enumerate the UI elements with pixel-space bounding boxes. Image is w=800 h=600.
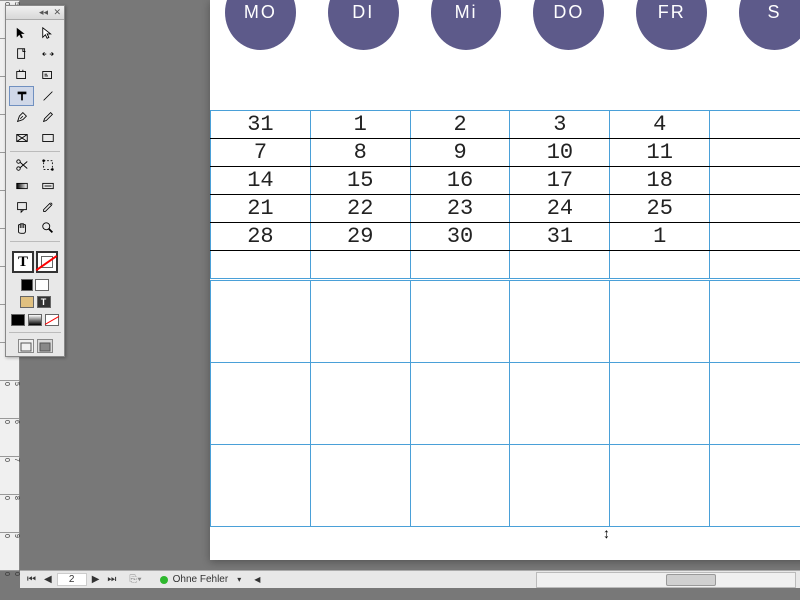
- next-page-icon[interactable]: ▶: [89, 574, 103, 585]
- last-page-icon[interactable]: ⏭: [104, 574, 119, 585]
- note-tool[interactable]: [9, 197, 34, 217]
- pen-tool[interactable]: [9, 107, 34, 127]
- calendar-cell[interactable]: [710, 139, 800, 167]
- close-icon[interactable]: ✕: [53, 7, 61, 18]
- gap-tool[interactable]: [36, 44, 61, 64]
- calendar-cell[interactable]: 31: [510, 223, 610, 251]
- content-collector-tool[interactable]: [9, 65, 34, 85]
- preflight-label: Ohne Fehler: [173, 574, 229, 585]
- preflight-status[interactable]: Ohne Fehler ▾ ◀: [148, 574, 261, 585]
- view-mode-normal[interactable]: [18, 339, 34, 353]
- day-circle: DO: [533, 0, 604, 50]
- calendar-large-grid[interactable]: [210, 280, 800, 527]
- default-fill-stroke[interactable]: [21, 279, 33, 291]
- apply-color[interactable]: [11, 314, 25, 326]
- calendar-cell[interactable]: 28: [211, 223, 311, 251]
- day-circle: DI: [328, 0, 399, 50]
- stroke-swatch[interactable]: [36, 251, 58, 273]
- calendar-cell[interactable]: [610, 251, 710, 279]
- eyedropper-tool[interactable]: [36, 197, 61, 217]
- prev-page-icon[interactable]: ◀: [41, 574, 55, 585]
- calendar-cell[interactable]: 9: [410, 139, 510, 167]
- calendar-cell[interactable]: 16: [410, 167, 510, 195]
- calendar-cell[interactable]: 31: [211, 111, 311, 139]
- scissors-tool[interactable]: [9, 155, 34, 175]
- scrollbar-thumb[interactable]: [666, 574, 716, 586]
- calendar-cell[interactable]: [710, 251, 800, 279]
- swap-fill-stroke[interactable]: [35, 279, 49, 291]
- content-placer-tool[interactable]: [36, 65, 61, 85]
- tools-panel[interactable]: ◂◂ ✕ T T: [5, 5, 65, 357]
- calendar-cell[interactable]: 21: [211, 195, 311, 223]
- calendar-cell[interactable]: [710, 111, 800, 139]
- day-circle: Mi: [431, 0, 502, 50]
- pencil-tool[interactable]: [36, 107, 61, 127]
- day-circle: S: [739, 0, 800, 50]
- page-number-field[interactable]: 2: [57, 573, 87, 586]
- calendar-cell[interactable]: 22: [310, 195, 410, 223]
- calendar-cell[interactable]: 2: [410, 111, 510, 139]
- view-mode-preview[interactable]: [37, 339, 53, 353]
- chevron-left-icon[interactable]: ◀: [246, 575, 260, 584]
- type-tool[interactable]: [9, 86, 34, 106]
- calendar-cell[interactable]: 17: [510, 167, 610, 195]
- zoom-tool[interactable]: [36, 218, 61, 238]
- calendar-cell[interactable]: 1: [610, 223, 710, 251]
- calendar-cell[interactable]: 1: [310, 111, 410, 139]
- calendar-cell[interactable]: 4: [610, 111, 710, 139]
- calendar-cell[interactable]: 8: [310, 139, 410, 167]
- rectangle-tool[interactable]: [36, 128, 61, 148]
- calendar-cell[interactable]: [510, 251, 610, 279]
- document-page[interactable]: MODIMiDOFRS 3112347891011141516171821222…: [210, 0, 800, 560]
- preflight-ok-icon: [160, 576, 168, 584]
- rectangle-frame-tool[interactable]: [9, 128, 34, 148]
- gradient-swatch-tool[interactable]: [9, 176, 34, 196]
- calendar-cell[interactable]: [710, 167, 800, 195]
- page-tool[interactable]: [9, 44, 34, 64]
- apply-gradient[interactable]: [28, 314, 42, 326]
- horizontal-scrollbar[interactable]: [536, 572, 796, 588]
- calendar-cell[interactable]: 15: [310, 167, 410, 195]
- calendar-number-grid[interactable]: 3112347891011141516171821222324252829303…: [210, 110, 800, 279]
- calendar-cell[interactable]: 14: [211, 167, 311, 195]
- calendar-cell[interactable]: [710, 195, 800, 223]
- calendar-cell[interactable]: 3: [510, 111, 610, 139]
- day-circle: MO: [225, 0, 296, 50]
- calendar-cell[interactable]: 7: [211, 139, 311, 167]
- dropdown-icon[interactable]: ▾: [233, 575, 241, 584]
- calendar-cell[interactable]: 23: [410, 195, 510, 223]
- first-page-icon[interactable]: ⏮: [24, 574, 39, 585]
- open-panel-icon[interactable]: ⎘▾: [123, 574, 147, 585]
- selection-tool[interactable]: [9, 23, 34, 43]
- calendar-cell[interactable]: [410, 251, 510, 279]
- day-circle: FR: [636, 0, 707, 50]
- calendar-cell[interactable]: 30: [410, 223, 510, 251]
- free-transform-tool[interactable]: [36, 155, 61, 175]
- tools-panel-header[interactable]: ◂◂ ✕: [6, 6, 64, 20]
- apply-none[interactable]: [45, 314, 59, 326]
- calendar-cell[interactable]: [310, 251, 410, 279]
- hand-tool[interactable]: [9, 218, 34, 238]
- calendar-cell[interactable]: 11: [610, 139, 710, 167]
- page-navigator[interactable]: ⏮ ◀ 2 ▶ ⏭: [20, 573, 123, 586]
- fill-swatch[interactable]: T: [12, 251, 34, 273]
- calendar-cell[interactable]: 18: [610, 167, 710, 195]
- formatting-container[interactable]: [20, 296, 34, 308]
- calendar-cell[interactable]: 10: [510, 139, 610, 167]
- direct-selection-tool[interactable]: [36, 23, 61, 43]
- gradient-feather-tool[interactable]: [36, 176, 61, 196]
- workspace: MODIMiDOFRS 3112347891011141516171821222…: [20, 0, 800, 570]
- calendar-cell[interactable]: [710, 223, 800, 251]
- line-tool[interactable]: [36, 86, 61, 106]
- calendar-cell[interactable]: 29: [310, 223, 410, 251]
- collapse-icon[interactable]: ◂◂: [39, 7, 48, 18]
- calendar-cell[interactable]: 24: [510, 195, 610, 223]
- formatting-text[interactable]: T: [37, 296, 51, 308]
- day-header-row: MO DI Mi DO FR S: [210, 0, 800, 60]
- calendar-cell[interactable]: 25: [610, 195, 710, 223]
- calendar-cell[interactable]: [211, 251, 311, 279]
